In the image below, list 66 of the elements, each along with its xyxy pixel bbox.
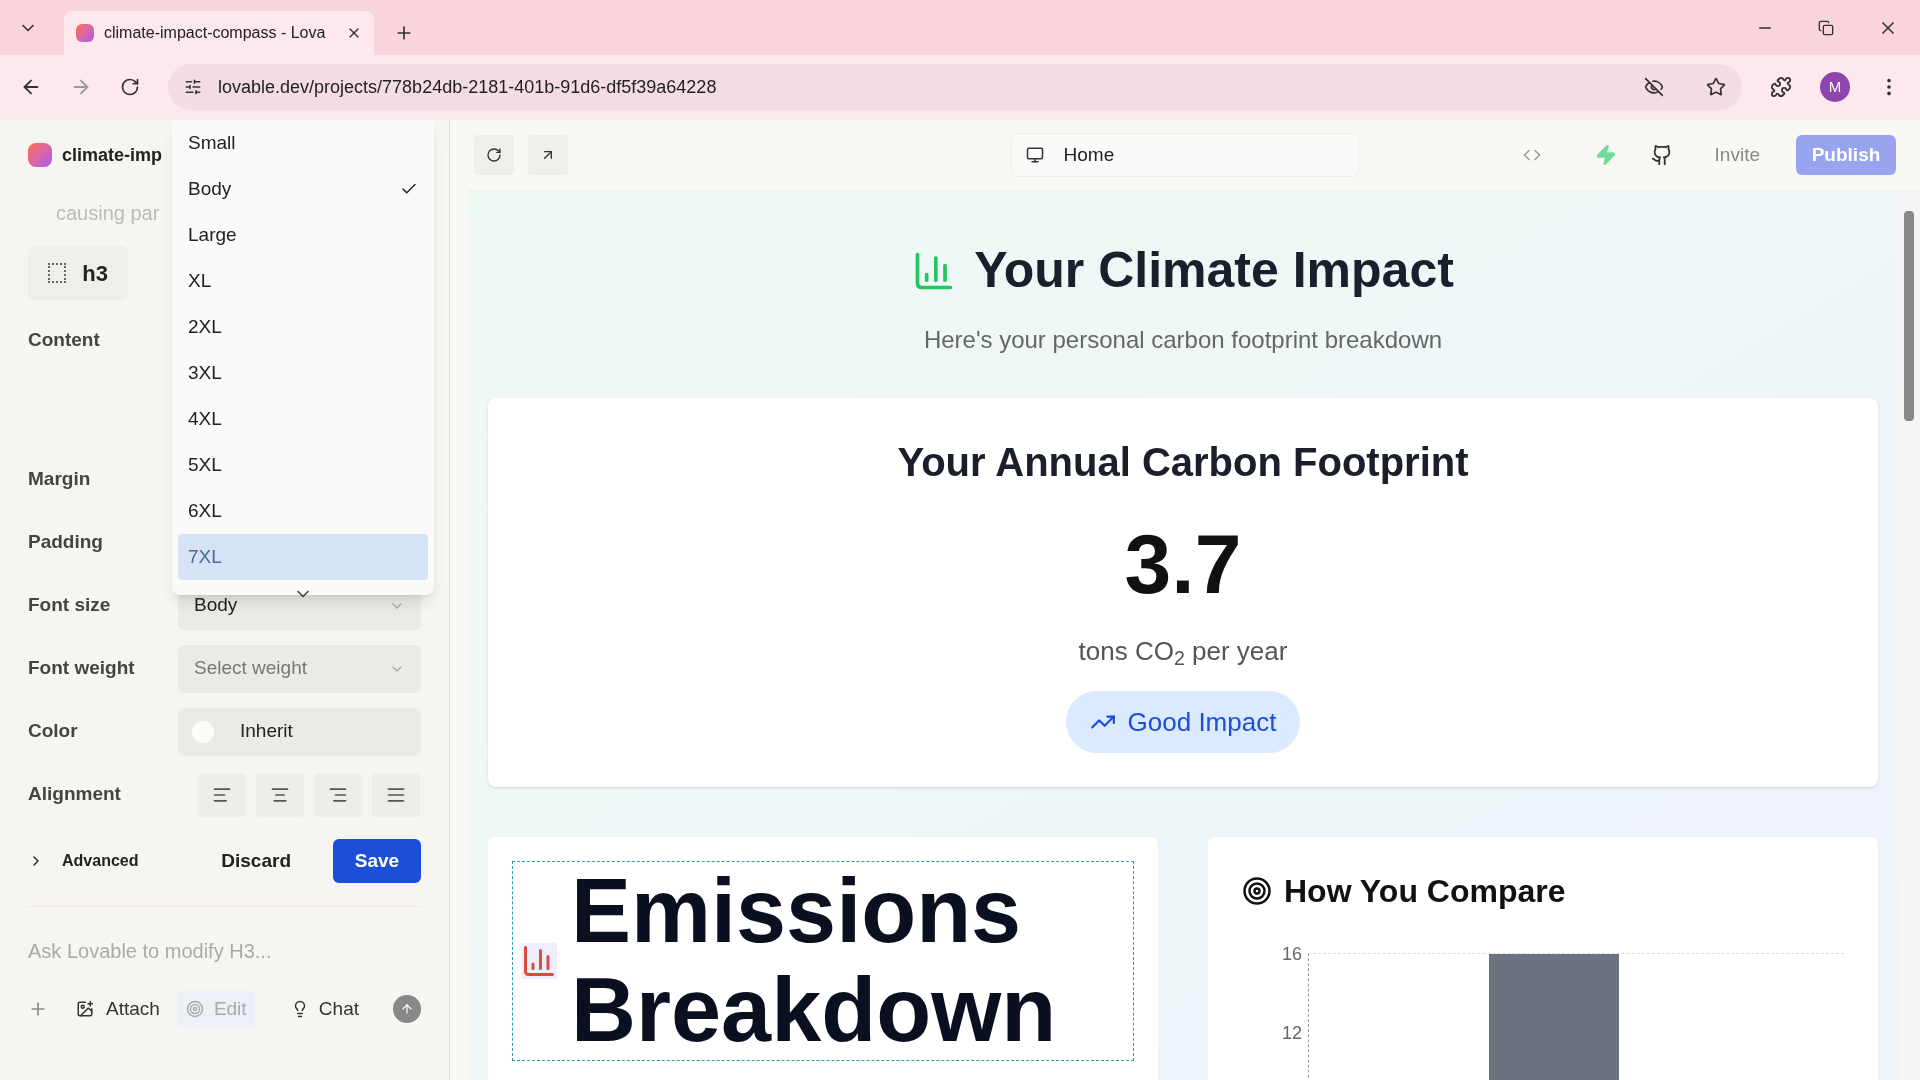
monitor-icon [1025, 146, 1044, 164]
chat-button[interactable]: Chat [290, 994, 359, 1024]
reload-icon[interactable] [120, 77, 140, 97]
target-icon [1242, 876, 1272, 906]
align-button[interactable] [372, 772, 420, 817]
bar-chart-icon [521, 943, 557, 979]
menu-item[interactable]: Body [178, 166, 428, 212]
arrow-up-icon [400, 1002, 414, 1016]
advanced-toggle[interactable]: Advanced [28, 849, 139, 873]
property-label: Font size [28, 593, 112, 618]
menu-item[interactable]: Small [178, 120, 428, 166]
github-icon[interactable] [1650, 144, 1673, 166]
menu-item[interactable]: 5XL [178, 442, 428, 488]
star-icon[interactable] [1706, 77, 1726, 97]
target-icon [185, 1000, 204, 1018]
menu-item[interactable]: 3XL [178, 350, 428, 396]
menu-item[interactable]: Large [178, 212, 428, 258]
section-title: How You Compare [1284, 872, 1566, 911]
project-name[interactable]: climate-imp [62, 141, 163, 169]
axis-tick-label: 16 [1282, 943, 1303, 966]
select-field[interactable]: Select weight [178, 644, 421, 693]
page-title: Your Climate Impact [974, 241, 1454, 300]
profile-avatar[interactable]: M [1820, 72, 1850, 102]
eye-off-icon[interactable] [1644, 77, 1664, 97]
site-settings-icon[interactable] [184, 78, 202, 96]
restore-icon[interactable] [1818, 19, 1834, 36]
card-title: Your Annual Carbon Footprint [897, 439, 1469, 486]
align-button[interactable] [256, 772, 304, 817]
message-snippet: causing par [56, 201, 161, 226]
section-title: Emissions Breakdown [571, 862, 1058, 1060]
property-label: Content [28, 328, 101, 352]
color-field[interactable]: Inherit [178, 707, 421, 756]
menu-item[interactable]: 4XL [178, 396, 428, 442]
address-bar[interactable]: lovable.dev/projects/778b24db-2181-401b-91d6-df5f39a64228 [168, 64, 1742, 110]
property-label: Color [28, 719, 79, 744]
refresh-button[interactable] [474, 135, 514, 175]
menu-item[interactable]: 6XL [178, 488, 428, 534]
axis-tick-label: 12 [1282, 1022, 1303, 1045]
extensions-icon[interactable] [1770, 76, 1792, 98]
discard-button[interactable]: Discard [209, 839, 303, 883]
heart-logo-icon [28, 143, 52, 167]
browser-tab[interactable]: climate-impact-compass - Lova [64, 11, 374, 55]
property-label: Padding [28, 530, 104, 555]
image-icon [76, 1000, 94, 1018]
attach-button[interactable]: Attach [76, 994, 160, 1024]
align-button[interactable] [198, 772, 246, 817]
save-button[interactable]: Save [333, 839, 421, 883]
menu-item[interactable]: 2XL [178, 304, 428, 350]
color-value: Inherit [240, 719, 293, 744]
route-field[interactable]: Home [1010, 133, 1359, 177]
page-subtitle: Here's your personal carbon footprint breakdown [923, 325, 1443, 355]
footprint-value: 3.7 [1124, 522, 1242, 606]
property-label: Margin [28, 467, 92, 492]
align-button[interactable] [314, 772, 362, 817]
chat-input[interactable]: Ask Lovable to modify H3... [28, 931, 421, 971]
refresh-icon [486, 147, 502, 163]
impact-badge: Good Impact [1065, 691, 1301, 753]
property-label: Alignment [28, 782, 122, 807]
selection-icon [48, 263, 67, 283]
heart-logo-icon [76, 24, 94, 42]
property-label: Font weight [28, 656, 136, 681]
menu-item[interactable]: 7XL [178, 534, 428, 580]
send-button[interactable] [393, 995, 421, 1023]
footprint-unit: tons CO$_{2}$ per year [1078, 635, 1288, 671]
menu-item[interactable]: XL [178, 258, 428, 304]
element-tag: h3 [82, 256, 108, 290]
